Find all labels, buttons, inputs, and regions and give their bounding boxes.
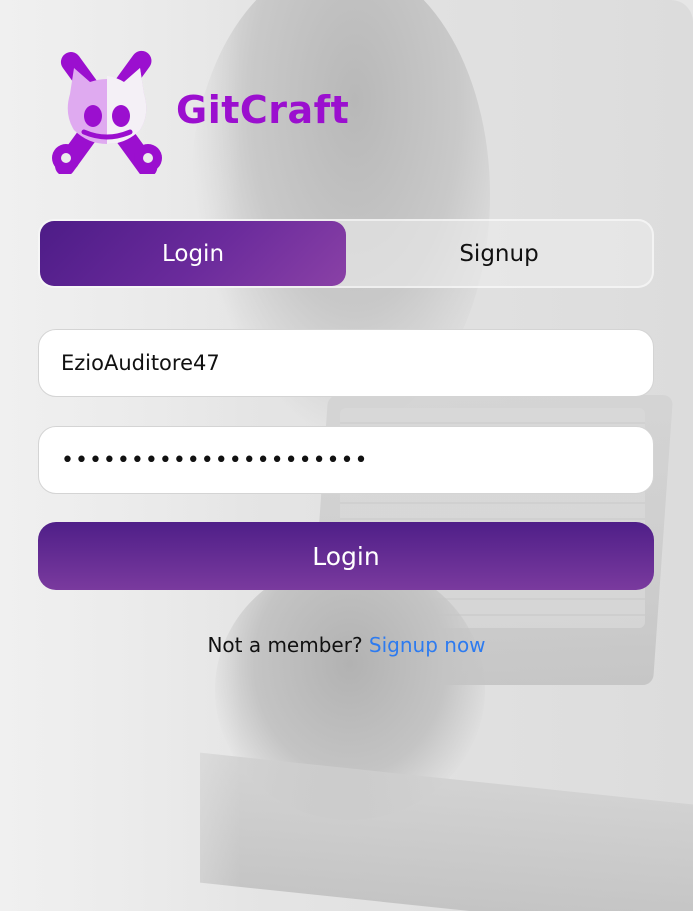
tab-login[interactable]: Login — [40, 221, 346, 286]
login-button[interactable]: Login — [38, 522, 654, 590]
username-input[interactable] — [38, 329, 654, 397]
login-card: GitCraft Login Signup Login Not a member… — [0, 0, 693, 911]
tab-signup[interactable]: Signup — [346, 221, 652, 286]
password-input[interactable] — [38, 426, 654, 494]
signup-prompt: Not a member? Signup now — [0, 633, 693, 657]
octocat-tools-icon — [52, 50, 162, 174]
auth-tabs: Login Signup — [38, 219, 654, 288]
signup-prompt-text: Not a member? — [207, 633, 363, 657]
signup-now-link[interactable]: Signup now — [369, 633, 486, 657]
brand-name: GitCraft — [176, 88, 350, 132]
logo: GitCraft — [44, 46, 349, 174]
